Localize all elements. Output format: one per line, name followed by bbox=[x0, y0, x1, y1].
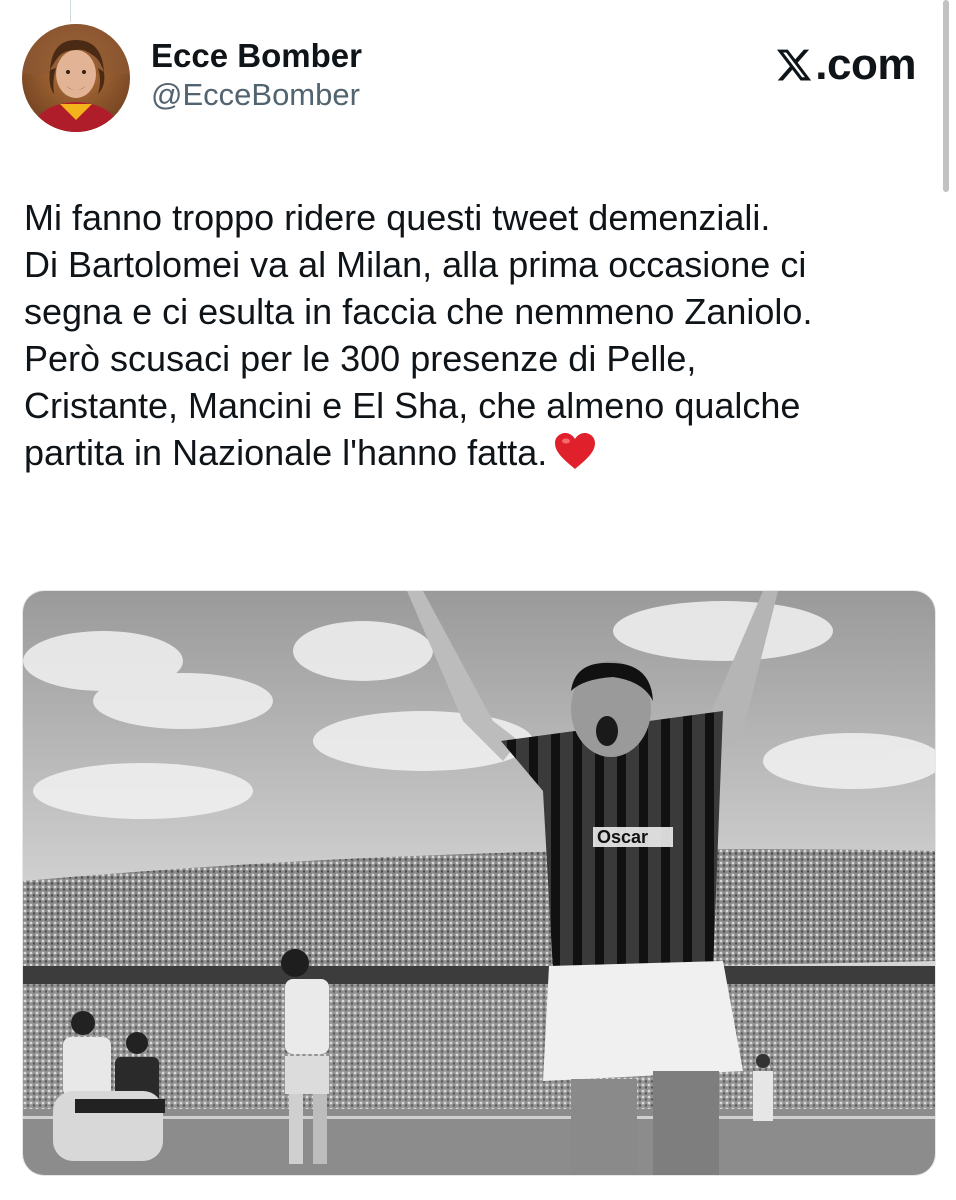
red-heart-icon bbox=[553, 431, 597, 482]
scrollbar[interactable] bbox=[943, 0, 949, 192]
tweet-last-line: partita in Nazionale l'hanno fatta. bbox=[24, 429, 939, 482]
tweet-text: Mi fanno troppo ridere questi tweet deme… bbox=[24, 194, 939, 482]
tweet-line: Mi fanno troppo ridere questi tweet deme… bbox=[24, 197, 771, 238]
football-celebration-photo: Oscar bbox=[23, 591, 935, 1175]
tweet-line: Però scusaci per le 300 presenze di Pell… bbox=[24, 338, 697, 379]
x-logo-icon bbox=[777, 49, 812, 81]
author-handle[interactable]: @EcceBomber bbox=[151, 76, 362, 114]
tweet-line: Di Bartolomei va al Milan, alla prima oc… bbox=[24, 244, 807, 285]
x-brand-logo: .com bbox=[775, 40, 916, 90]
tweet-line: segna e ci esulta in faccia che nemmeno … bbox=[24, 291, 813, 332]
author-display-name[interactable]: Ecce Bomber bbox=[151, 36, 362, 76]
tweet-header: Ecce Bomber @EcceBomber .com bbox=[22, 24, 922, 134]
thread-connector-line bbox=[70, 0, 71, 22]
tweet-line: Cristante, Mancini e El Sha, che almeno … bbox=[24, 385, 801, 426]
author-avatar[interactable] bbox=[22, 24, 130, 132]
tweet-line: partita in Nazionale l'hanno fatta. bbox=[24, 432, 548, 473]
tweet-photo[interactable]: Oscar bbox=[22, 590, 936, 1176]
jersey-sponsor-text: Oscar bbox=[597, 827, 648, 847]
brand-domain-text: .com bbox=[815, 40, 916, 89]
avatar-portrait-icon bbox=[22, 24, 130, 132]
author-names: Ecce Bomber @EcceBomber bbox=[151, 36, 362, 114]
